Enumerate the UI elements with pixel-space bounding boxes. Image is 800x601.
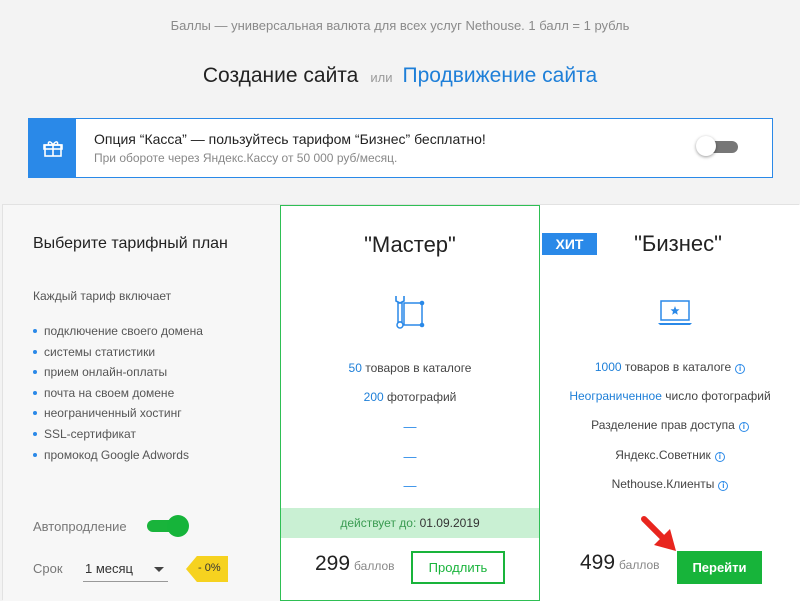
plan-master-card: "Мастер" 50 товаров в каталоге 200 фотог… bbox=[280, 205, 540, 601]
list-item: подключение своего домена bbox=[33, 321, 203, 342]
or-separator: или bbox=[370, 70, 393, 85]
includes-subtitle: Каждый тариф включает bbox=[33, 289, 172, 303]
included-features-list: подключение своего домена системы статис… bbox=[33, 321, 203, 465]
bullet-icon bbox=[33, 452, 37, 457]
promo-subtitle: При обороте через Яндекс.Кассу от 50 000… bbox=[94, 151, 398, 165]
discount-value: - 0% bbox=[198, 562, 221, 574]
tab-site-promotion[interactable]: Продвижение сайта bbox=[402, 64, 597, 87]
kassa-promo-banner: Опция “Касса” — пользуйтесь тарифом “Биз… bbox=[28, 118, 773, 178]
kassa-option-toggle[interactable] bbox=[696, 136, 738, 156]
bullet-icon bbox=[33, 370, 37, 375]
plan-name: "Бизнес" bbox=[634, 231, 722, 256]
term-select[interactable]: 1 месяц bbox=[83, 555, 168, 582]
pricing-table: Выберите тарифный план Каждый тариф вклю… bbox=[2, 204, 800, 601]
choose-plan-title: Выберите тарифный план bbox=[33, 235, 228, 252]
promo-title: Опция “Касса” — пользуйтесь тарифом “Биз… bbox=[94, 131, 486, 147]
pointer-arrow-icon bbox=[640, 515, 680, 555]
plan-feature-absent: — bbox=[403, 478, 417, 493]
term-label: Срок bbox=[33, 561, 63, 576]
bullet-icon bbox=[33, 349, 37, 354]
plan-business-card: ХИТ "Бизнес" 1000 товаров в каталоге i Не… bbox=[540, 205, 800, 601]
plan-price: 299 баллов bbox=[315, 552, 395, 575]
go-button[interactable]: Перейти bbox=[677, 551, 762, 584]
tools-icon bbox=[390, 294, 430, 334]
plan-validity: действует до: 01.09.2019 bbox=[281, 508, 539, 538]
bullet-icon bbox=[33, 390, 37, 395]
info-icon[interactable]: i bbox=[738, 422, 749, 432]
info-icon[interactable]: i bbox=[735, 364, 746, 374]
list-item: прием онлайн-оплаты bbox=[33, 362, 203, 383]
list-item: неограниченный хостинг bbox=[33, 403, 203, 424]
list-item: системы статистики bbox=[33, 342, 203, 363]
plan-feature-absent: — bbox=[403, 449, 417, 464]
plan-feature-photos: Неограниченное число фотографий bbox=[569, 389, 771, 403]
bullet-icon bbox=[33, 431, 37, 436]
plan-feature-photos: 200 фотографий bbox=[363, 390, 457, 404]
plan-name: "Мастер" bbox=[364, 232, 456, 257]
list-item: промокод Google Adwords bbox=[33, 445, 203, 466]
autorenew-label: Автопродление bbox=[33, 519, 127, 534]
list-item: почта на своем домене bbox=[33, 383, 203, 404]
plan-feature-absent: — bbox=[403, 419, 417, 434]
toggle-knob bbox=[696, 136, 716, 156]
points-note: Баллы — универсальная валюта для всех ус… bbox=[170, 18, 630, 33]
list-item: SSL-сертификат bbox=[33, 424, 203, 445]
plan-feature-nethouse-clients: Nethouse.Клиенты i bbox=[540, 477, 800, 491]
bullet-icon bbox=[33, 329, 37, 333]
tab-site-creation[interactable]: Создание сайта bbox=[203, 64, 359, 87]
autorenew-toggle[interactable] bbox=[147, 515, 189, 537]
renew-button[interactable]: Продлить bbox=[411, 551, 505, 584]
term-value: 1 месяц bbox=[85, 561, 133, 576]
bullet-icon bbox=[33, 411, 37, 416]
gift-icon bbox=[29, 119, 76, 177]
toggle-knob bbox=[167, 515, 189, 537]
plan-feature-access-rights: Разделение прав доступа i bbox=[540, 418, 800, 432]
info-icon[interactable]: i bbox=[718, 481, 729, 491]
info-icon[interactable]: i bbox=[714, 452, 725, 462]
plan-options-panel: Выберите тарифный план Каждый тариф вклю… bbox=[3, 205, 281, 601]
chevron-down-icon bbox=[154, 567, 164, 572]
section-switcher: Создание сайта или Продвижение сайта bbox=[0, 64, 800, 88]
plan-feature-yandex-advisor: Яндекс.Советник i bbox=[540, 448, 800, 462]
laptop-star-icon bbox=[656, 293, 696, 333]
plan-feature-catalog: 50 товаров в каталоге bbox=[348, 361, 472, 375]
plan-feature-catalog: 1000 товаров в каталоге i bbox=[540, 360, 800, 374]
discount-badge: - 0% bbox=[186, 556, 228, 582]
